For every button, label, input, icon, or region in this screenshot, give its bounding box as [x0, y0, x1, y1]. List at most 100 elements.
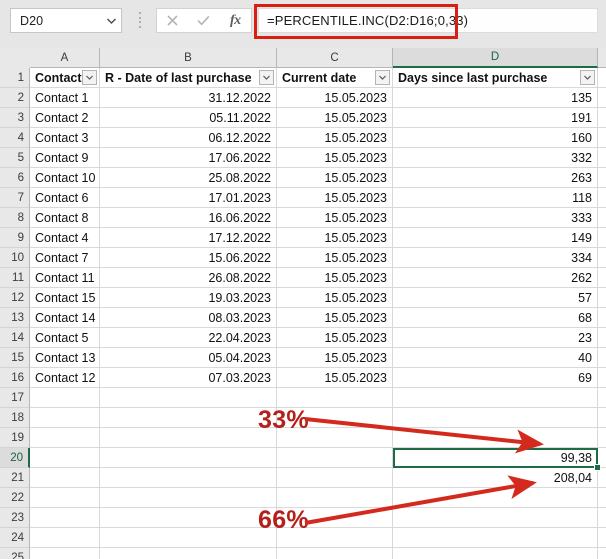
cancel-formula-button[interactable]: [157, 9, 188, 32]
filter-dropdown-icon[interactable]: [82, 70, 97, 85]
cell-B5[interactable]: 17.06.2022: [100, 148, 277, 168]
row-header-23[interactable]: 23: [0, 508, 30, 528]
cell-A12[interactable]: Contact 15: [30, 288, 100, 308]
cell-D20[interactable]: 99,38: [393, 448, 598, 468]
cell-E14[interactable]: [598, 328, 606, 348]
cell-A8[interactable]: Contact 8: [30, 208, 100, 228]
row-header-20[interactable]: 20: [0, 448, 30, 468]
cell-A5[interactable]: Contact 9: [30, 148, 100, 168]
cell-D19[interactable]: [393, 428, 598, 448]
cell-B11[interactable]: 26.08.2022: [100, 268, 277, 288]
formula-input[interactable]: =PERCENTILE.INC(D2:D16;0,33): [258, 8, 598, 33]
column-header-a[interactable]: A: [30, 48, 100, 68]
cell-A18[interactable]: [30, 408, 100, 428]
cell-area[interactable]: Contact R - Date of last purchase Current …: [30, 68, 606, 559]
cell-C16[interactable]: 15.05.2023: [277, 368, 393, 388]
cell-D13[interactable]: 68: [393, 308, 598, 328]
cell-D25[interactable]: [393, 548, 598, 559]
cell-A13[interactable]: Contact 14: [30, 308, 100, 328]
cell-B17[interactable]: [100, 388, 277, 408]
row-header-6[interactable]: 6: [0, 168, 30, 188]
row-header-24[interactable]: 24: [0, 528, 30, 548]
cell-A1[interactable]: Contact: [30, 68, 100, 88]
cell-B19[interactable]: [100, 428, 277, 448]
cell-C2[interactable]: 15.05.2023: [277, 88, 393, 108]
cell-A11[interactable]: Contact 11: [30, 268, 100, 288]
row-header-11[interactable]: 11: [0, 268, 30, 288]
cell-A24[interactable]: [30, 528, 100, 548]
cell-C23[interactable]: [277, 508, 393, 528]
cell-A10[interactable]: Contact 7: [30, 248, 100, 268]
cell-C5[interactable]: 15.05.2023: [277, 148, 393, 168]
row-header-2[interactable]: 2: [0, 88, 30, 108]
spreadsheet-grid[interactable]: ABCDE 1234567891011121314151617181920212…: [0, 48, 606, 559]
cell-D12[interactable]: 57: [393, 288, 598, 308]
cell-A17[interactable]: [30, 388, 100, 408]
cell-C19[interactable]: [277, 428, 393, 448]
cell-D10[interactable]: 334: [393, 248, 598, 268]
row-header-19[interactable]: 19: [0, 428, 30, 448]
cell-A21[interactable]: [30, 468, 100, 488]
row-header-9[interactable]: 9: [0, 228, 30, 248]
cell-E8[interactable]: [598, 208, 606, 228]
cell-B18[interactable]: [100, 408, 277, 428]
cell-E11[interactable]: [598, 268, 606, 288]
cell-C9[interactable]: 15.05.2023: [277, 228, 393, 248]
filter-dropdown-icon[interactable]: [259, 70, 274, 85]
row-header-25[interactable]: 25: [0, 548, 30, 559]
cell-B21[interactable]: [100, 468, 277, 488]
cell-D2[interactable]: 135: [393, 88, 598, 108]
cell-C13[interactable]: 15.05.2023: [277, 308, 393, 328]
cell-D14[interactable]: 23: [393, 328, 598, 348]
cell-B23[interactable]: [100, 508, 277, 528]
column-header-e[interactable]: E: [598, 48, 606, 68]
cell-E3[interactable]: [598, 108, 606, 128]
cell-E13[interactable]: [598, 308, 606, 328]
row-header-4[interactable]: 4: [0, 128, 30, 148]
cell-C18[interactable]: [277, 408, 393, 428]
row-header-7[interactable]: 7: [0, 188, 30, 208]
cell-A7[interactable]: Contact 6: [30, 188, 100, 208]
cell-C21[interactable]: [277, 468, 393, 488]
cell-A25[interactable]: [30, 548, 100, 559]
cell-C14[interactable]: 15.05.2023: [277, 328, 393, 348]
cell-E24[interactable]: [598, 528, 606, 548]
cell-E21[interactable]: [598, 468, 606, 488]
row-header-10[interactable]: 10: [0, 248, 30, 268]
cell-D5[interactable]: 332: [393, 148, 598, 168]
cell-E17[interactable]: [598, 388, 606, 408]
cell-A4[interactable]: Contact 3: [30, 128, 100, 148]
cell-D1[interactable]: Days since last purchase: [393, 68, 598, 88]
cell-A23[interactable]: [30, 508, 100, 528]
cell-E10[interactable]: [598, 248, 606, 268]
fx-icon[interactable]: fx: [220, 9, 251, 32]
cell-A22[interactable]: [30, 488, 100, 508]
cell-E2[interactable]: [598, 88, 606, 108]
cell-C7[interactable]: 15.05.2023: [277, 188, 393, 208]
cell-D4[interactable]: 160: [393, 128, 598, 148]
cell-E23[interactable]: [598, 508, 606, 528]
cell-C3[interactable]: 15.05.2023: [277, 108, 393, 128]
cell-E25[interactable]: [598, 548, 606, 559]
cell-C11[interactable]: 15.05.2023: [277, 268, 393, 288]
row-header-12[interactable]: 12: [0, 288, 30, 308]
cell-B7[interactable]: 17.01.2023: [100, 188, 277, 208]
cell-A9[interactable]: Contact 4: [30, 228, 100, 248]
cell-D24[interactable]: [393, 528, 598, 548]
cell-A16[interactable]: Contact 12: [30, 368, 100, 388]
cell-C17[interactable]: [277, 388, 393, 408]
cell-E15[interactable]: [598, 348, 606, 368]
cell-D7[interactable]: 118: [393, 188, 598, 208]
cell-B4[interactable]: 06.12.2022: [100, 128, 277, 148]
row-header-1[interactable]: 1: [0, 68, 30, 88]
cell-E4[interactable]: [598, 128, 606, 148]
column-header-d[interactable]: D: [393, 48, 598, 68]
cell-C4[interactable]: 15.05.2023: [277, 128, 393, 148]
cell-C6[interactable]: 15.05.2023: [277, 168, 393, 188]
cell-C20[interactable]: [277, 448, 393, 468]
cell-B2[interactable]: 31.12.2022: [100, 88, 277, 108]
cell-A14[interactable]: Contact 5: [30, 328, 100, 348]
cell-B22[interactable]: [100, 488, 277, 508]
cell-A15[interactable]: Contact 13: [30, 348, 100, 368]
fill-handle[interactable]: [594, 464, 601, 471]
